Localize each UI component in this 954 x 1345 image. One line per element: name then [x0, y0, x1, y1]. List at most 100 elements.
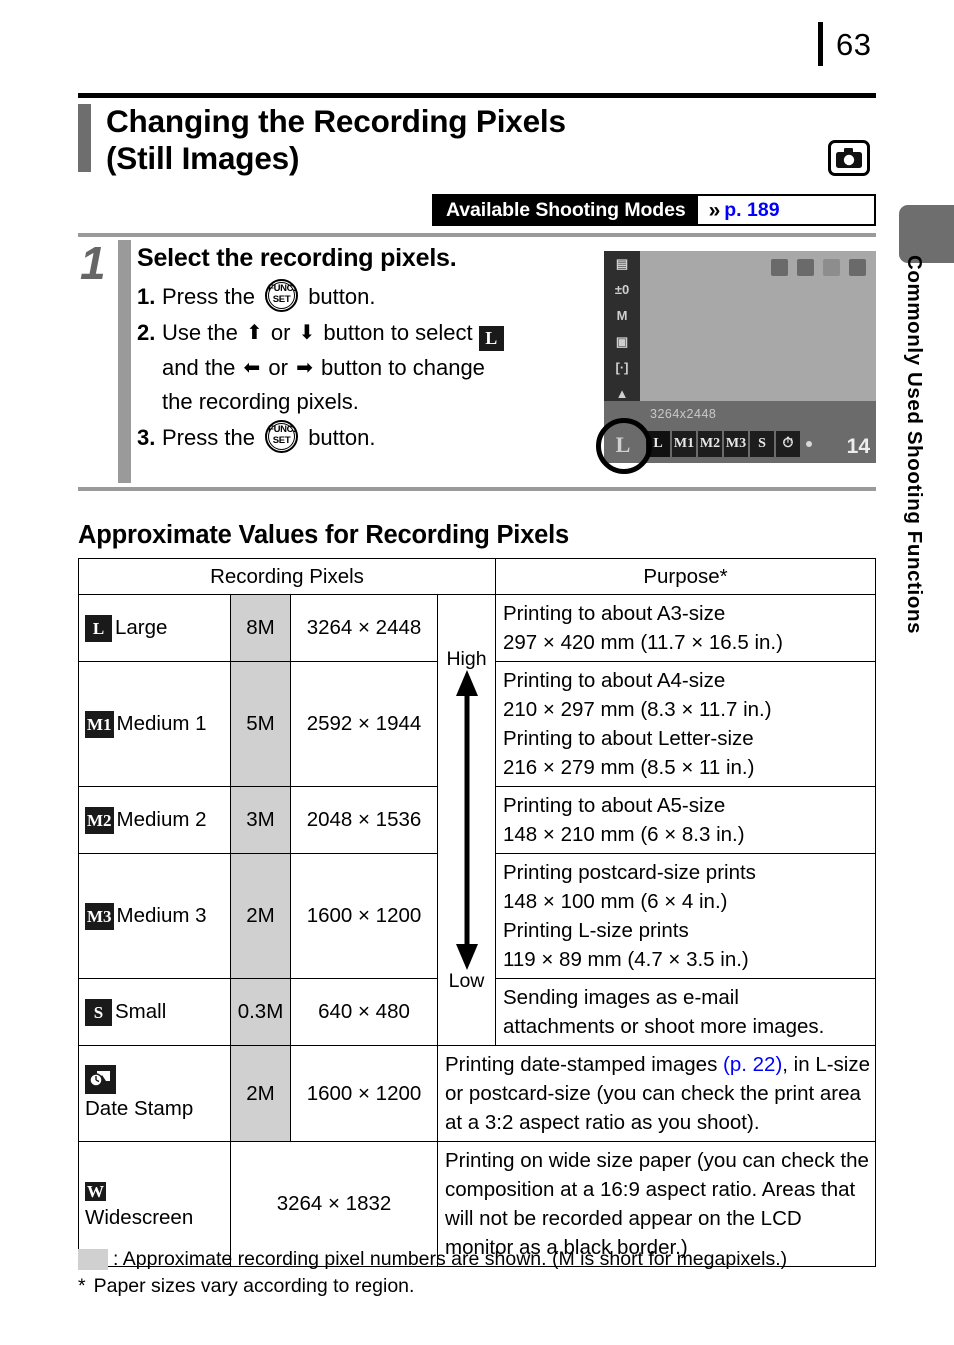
sub-step-2-number: 2.: [137, 320, 156, 345]
lcd-size-option[interactable]: ⏱: [776, 431, 800, 457]
page-reference-link[interactable]: p. 189: [724, 199, 779, 222]
title-accent-bar: [78, 104, 91, 172]
table-header-row: Recording Pixels Purpose*: [78, 558, 876, 595]
row-dimensions: 2592 × 1944: [290, 661, 438, 787]
available-shooting-modes: Available Shooting Modes » p. 189: [432, 194, 876, 226]
sub-step-2-mid1: or: [270, 320, 291, 345]
page-title: Changing the Recording Pixels (Still Ima…: [106, 103, 806, 177]
row-megapixels: 2M: [230, 1045, 291, 1142]
page-number: 63: [836, 27, 872, 62]
purpose-line: 216 × 279 mm (8.5 × 11 in.): [503, 756, 755, 779]
sub-step-2-before: Use the: [162, 320, 238, 345]
footnote-star-text: Paper sizes vary according to region.: [93, 1275, 415, 1297]
purpose-line: Printing to about A4-size: [503, 669, 726, 692]
sub-step-3-before: Press the: [162, 425, 255, 450]
lcd-battery-icon: [849, 259, 866, 276]
row-label: Date Stamp: [85, 1097, 194, 1120]
page-number-rule: [818, 22, 823, 66]
lcd-size-option[interactable]: M3: [724, 431, 748, 457]
scale-high-label: High: [446, 648, 487, 670]
sub-step-1: 1. Press the FUNC. SET button.: [137, 279, 597, 313]
recording-pixels-table: Recording Pixels Purpose* L Large 8M 326…: [78, 558, 876, 1267]
quality-scale-column: High Low: [437, 594, 496, 1046]
camera-icon: [828, 140, 870, 176]
row-megapixels: 2M: [230, 853, 291, 979]
purpose-line: Printing to about A5-size: [503, 794, 726, 817]
large-size-badge: L: [478, 326, 504, 351]
lcd-status-icon: [771, 259, 788, 276]
purpose-line: Printing to about A3-size: [503, 602, 726, 625]
purpose-line: Printing to about Letter-size: [503, 727, 754, 750]
row-megapixels: 0.3M: [230, 978, 291, 1046]
footnote-swatch-row: : Approximate recording pixel numbers ar…: [78, 1246, 888, 1273]
sub-step-3-number: 3.: [137, 425, 156, 450]
step-number: 1: [80, 237, 106, 289]
size-badge-m3: M3: [85, 902, 114, 930]
sub-step-1-number: 1.: [137, 284, 156, 309]
lcd-left-icon: M: [616, 308, 628, 323]
arrow-left-icon: ⬅: [243, 357, 261, 379]
page-header: 63: [0, 0, 954, 86]
side-tab-label: Commonly Used Shooting Functions: [903, 255, 926, 635]
size-badge-m1: M1: [85, 710, 114, 738]
row-label: Small: [115, 1000, 167, 1023]
row-name-cell: M2 Medium 2: [78, 786, 231, 854]
sub-step-1-before: Press the: [162, 284, 255, 309]
lcd-left-icon: [·]: [615, 360, 629, 375]
lcd-resolution-label: 3264x2448: [650, 407, 717, 421]
purpose-cell: Printing to about A5-size 148 × 210 mm (…: [495, 786, 876, 854]
chevron-right-icon: »: [708, 198, 720, 222]
func-set-line2: SET: [272, 435, 291, 446]
row-megapixels: 8M: [230, 594, 291, 662]
footnotes: : Approximate recording pixel numbers ar…: [78, 1246, 888, 1300]
arrow-up-icon: ⬆: [245, 322, 263, 344]
sub-step-3-text: Press the FUNC. SET button.: [162, 420, 597, 454]
row-name-cell: L Large: [78, 594, 231, 662]
lcd-size-option[interactable]: M1: [672, 431, 696, 457]
section-title: Approximate Values for Recording Pixels: [78, 521, 570, 549]
purpose-cell: Printing date-stamped images (p. 22), in…: [437, 1045, 876, 1142]
lcd-left-icon: ▤: [615, 256, 629, 271]
purpose-cell: Printing postcard-size prints 148 × 100 …: [495, 853, 876, 979]
title-top-rule: [78, 93, 876, 98]
step-body: Select the recording pixels. 1. Press th…: [137, 243, 597, 454]
row-name-cell: M1 Medium 1: [78, 661, 231, 787]
quality-arrow-icon: [455, 670, 478, 970]
modes-link-area[interactable]: » p. 189: [697, 196, 874, 224]
footnote-star: *: [78, 1275, 86, 1297]
size-badge-m2: M2: [85, 806, 114, 834]
table-row: L Large 8M 3264 × 2448 High Low Printing…: [78, 594, 876, 1046]
page-reference-link[interactable]: (p. 22): [723, 1053, 782, 1076]
row-dimensions: 3264 × 2448: [290, 594, 438, 662]
lcd-size-option[interactable]: M2: [698, 431, 722, 457]
sub-step-2-line2: and the ⬅ or ➡ button to change: [162, 351, 597, 385]
purpose-line: attachments or shoot more images.: [503, 1015, 825, 1038]
lcd-left-icon: ▣: [615, 334, 629, 349]
sub-step-2-line3: the recording pixels.: [162, 389, 359, 414]
step-accent-bar: [118, 240, 131, 483]
table-row-date-stamp: Date Stamp 2M 1600 × 1200 Printing date-…: [78, 1045, 876, 1142]
gray-swatch-icon: [78, 1249, 108, 1270]
lcd-left-icon: ±0: [614, 282, 630, 297]
lcd-size-option[interactable]: S: [750, 431, 774, 457]
header-recording-pixels: Recording Pixels: [78, 558, 496, 595]
purpose-cell: Printing to about A3-size 297 × 420 mm (…: [495, 594, 876, 662]
footnote-star-row: * Paper sizes vary according to region.: [78, 1273, 888, 1300]
lcd-row-dot: [806, 441, 812, 447]
sub-step-1-text: Press the FUNC. SET button.: [162, 279, 597, 313]
purpose-cell: Printing to about A4-size 210 × 297 mm (…: [495, 661, 876, 787]
widescreen-badge: W: [85, 1181, 106, 1201]
row-label: Medium 1: [116, 712, 207, 735]
row-label: Large: [115, 616, 168, 639]
row-label: Medium 3: [116, 904, 207, 927]
purpose-line: 148 × 210 mm (6 × 8.3 in.): [503, 823, 745, 846]
sub-step-2-line2-before: and the: [162, 355, 236, 380]
sub-step-2-mid2: button to select: [323, 320, 473, 345]
func-set-line2: SET: [272, 294, 291, 305]
purpose-cell: Sending images as e-mail attachments or …: [495, 978, 876, 1046]
func-set-line1: FUNC.: [268, 424, 296, 435]
sub-step-2: 2. Use the ⬆ or ⬇ button to select L: [137, 316, 597, 351]
func-set-line1: FUNC.: [268, 283, 296, 294]
row-label: Widescreen: [85, 1205, 194, 1229]
lcd-left-icon-strip: ▤ ±0 M ▣ [·] ▲: [604, 251, 640, 421]
